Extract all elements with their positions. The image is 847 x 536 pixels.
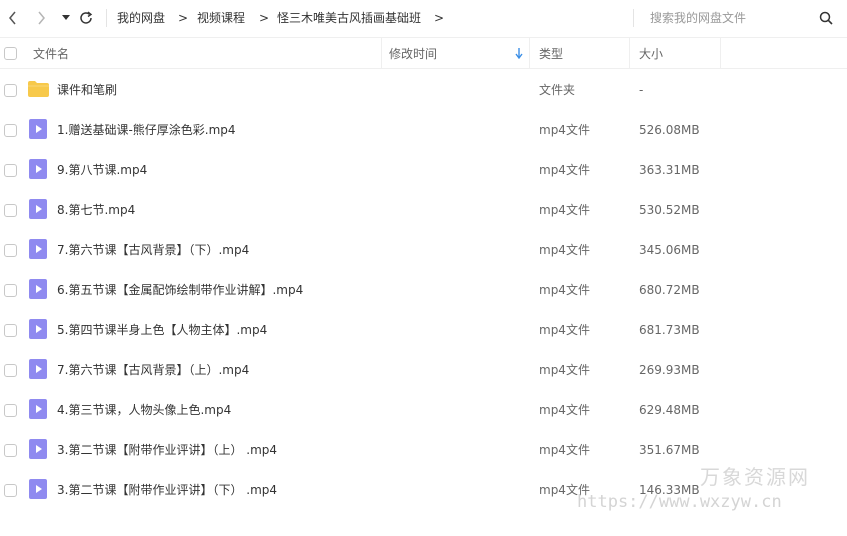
file-name[interactable]: 6.第五节课【金属配饰绘制带作业讲解】.mp4 [57,282,303,298]
file-row[interactable]: 7.第六节课【古风背景】（上）.mp4 mp4文件 269.93MB [0,350,847,390]
file-type: mp4文件 [539,283,590,297]
row-checkbox[interactable] [4,324,17,337]
file-type: mp4文件 [539,243,590,257]
watermark-url: https://www.wxzyw.cn [577,492,782,512]
folder-icon [28,81,49,97]
video-file-icon [29,399,47,419]
toolbar: 我的网盘 > 视频课程 > 怪三木唯美古风插画基础班 > 搜索我的网盘文件 [0,0,847,37]
file-type: mp4文件 [539,443,590,457]
refresh-button[interactable] [77,9,95,27]
file-name[interactable]: 3.第二节课【附带作业评讲】（下） .mp4 [57,482,277,498]
video-file-icon [29,239,47,259]
watermark-title: 万象资源网 [700,465,810,489]
video-file-icon [29,479,47,499]
file-row[interactable]: 7.第六节课【古风背景】（下）.mp4 mp4文件 345.06MB [0,230,847,270]
column-header-modified[interactable]: 修改时间 [389,47,437,61]
file-name[interactable]: 8.第七节.mp4 [57,202,135,218]
row-checkbox[interactable] [4,284,17,297]
file-type: mp4文件 [539,323,590,337]
history-dropdown-button[interactable] [57,9,75,27]
row-checkbox[interactable] [4,204,17,217]
file-type: mp4文件 [539,203,590,217]
file-size: 681.73MB [639,323,700,337]
row-checkbox[interactable] [4,164,17,177]
file-type: mp4文件 [539,163,590,177]
file-size: 363.31MB [639,163,700,177]
file-size: 680.72MB [639,283,700,297]
breadcrumb-item-current[interactable]: 怪三木唯美古风插画基础班 [277,10,421,26]
file-name[interactable]: 7.第六节课【古风背景】（下）.mp4 [57,242,249,258]
file-size: - [639,83,644,97]
file-name[interactable]: 7.第六节课【古风背景】（上）.mp4 [57,362,249,378]
file-size: 629.48MB [639,403,700,417]
column-divider [629,38,630,68]
select-all-checkbox[interactable] [4,47,17,60]
row-checkbox[interactable] [4,484,17,497]
column-divider [529,38,530,68]
chevron-right-icon [38,11,45,25]
file-type: mp4文件 [539,123,590,137]
search-input[interactable]: 搜索我的网盘文件 [650,10,746,26]
caret-down-icon [62,15,70,20]
file-row[interactable]: 9.第八节课.mp4 mp4文件 363.31MB [0,150,847,190]
back-button[interactable] [4,9,22,27]
column-divider [720,38,721,68]
file-name[interactable]: 课件和笔刷 [57,82,117,98]
video-file-icon [29,279,47,299]
file-row[interactable]: 课件和笔刷 文件夹 - [0,70,847,110]
file-size: 345.06MB [639,243,700,257]
row-checkbox[interactable] [4,124,17,137]
toolbar-divider [106,9,107,27]
row-checkbox[interactable] [4,244,17,257]
file-size: 351.67MB [639,443,700,457]
video-file-icon [29,199,47,219]
row-checkbox[interactable] [4,84,17,97]
row-checkbox[interactable] [4,364,17,377]
video-file-icon [29,359,47,379]
file-row[interactable]: 4.第三节课，人物头像上色.mp4 mp4文件 629.48MB [0,390,847,430]
forward-button[interactable] [32,9,50,27]
video-file-icon [29,119,47,139]
file-type: 文件夹 [539,83,576,97]
file-row[interactable]: 6.第五节课【金属配饰绘制带作业讲解】.mp4 mp4文件 680.72MB [0,270,847,310]
breadcrumb-separator: > [434,11,445,25]
search-divider [633,9,634,27]
file-size: 530.52MB [639,203,700,217]
file-name[interactable]: 3.第二节课【附带作业评讲】（上） .mp4 [57,442,277,458]
file-name[interactable]: 4.第三节课，人物头像上色.mp4 [57,402,231,418]
column-header-name[interactable]: 文件名 [33,47,69,61]
column-header-size[interactable]: 大小 [639,47,663,61]
chevron-left-icon [9,11,16,25]
file-type: mp4文件 [539,363,590,377]
breadcrumb-separator: > [178,11,189,25]
breadcrumb-separator: > [259,11,270,25]
file-name[interactable]: 1.赠送基础课-熊仔厚涂色彩.mp4 [57,122,236,138]
file-size: 269.93MB [639,363,700,377]
file-type: mp4文件 [539,403,590,417]
video-file-icon [29,319,47,339]
file-name[interactable]: 5.第四节课半身上色【人物主体】.mp4 [57,322,267,338]
sort-descending-icon[interactable] [515,48,523,59]
column-divider [381,38,382,68]
video-file-icon [29,159,47,179]
file-name[interactable]: 9.第八节课.mp4 [57,162,147,178]
video-file-icon [29,439,47,459]
search-icon[interactable] [819,11,833,25]
row-checkbox[interactable] [4,444,17,457]
refresh-icon [80,11,93,24]
file-size: 526.08MB [639,123,700,137]
file-row[interactable]: 1.赠送基础课-熊仔厚涂色彩.mp4 mp4文件 526.08MB [0,110,847,150]
breadcrumb-item-video-courses[interactable]: 视频课程 [197,10,245,26]
file-row[interactable]: 5.第四节课半身上色【人物主体】.mp4 mp4文件 681.73MB [0,310,847,350]
row-checkbox[interactable] [4,404,17,417]
file-list-header: 文件名 修改时间 类型 大小 [0,37,847,69]
column-header-type[interactable]: 类型 [539,47,563,61]
breadcrumb-item-root[interactable]: 我的网盘 [117,10,165,26]
file-row[interactable]: 8.第七节.mp4 mp4文件 530.52MB [0,190,847,230]
